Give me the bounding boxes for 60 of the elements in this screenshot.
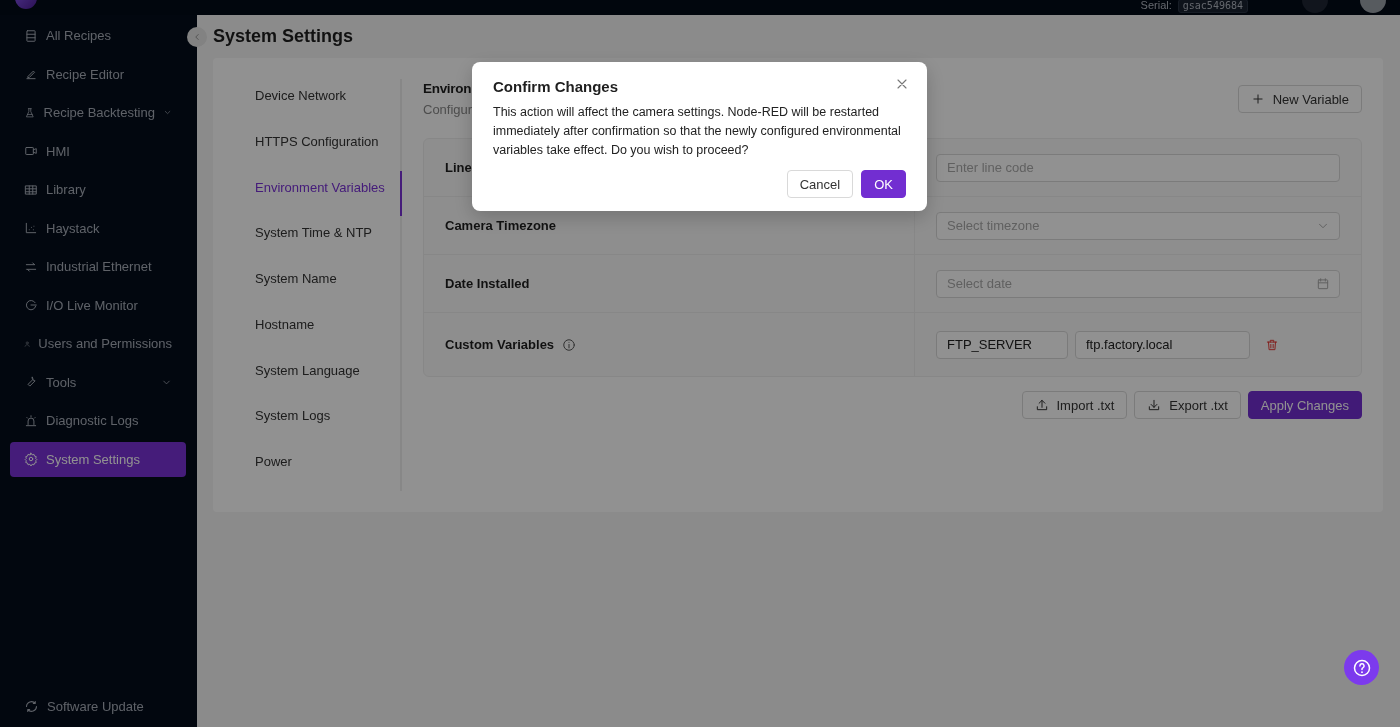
section-subtitle: Configur: [423, 102, 473, 117]
alarm-icon: [24, 413, 38, 428]
cancel-button[interactable]: Cancel: [786, 170, 854, 198]
swap-icon: [24, 259, 38, 274]
settings-tab[interactable]: HTTPS Configuration: [213, 124, 402, 171]
settings-tab[interactable]: Environment Variables: [213, 170, 402, 217]
flask-icon: [24, 105, 36, 120]
camera-icon: [24, 144, 38, 158]
settings-tab[interactable]: System Logs: [213, 399, 402, 446]
sidebar-item[interactable]: System Settings: [10, 441, 186, 477]
import-button[interactable]: Import .txt: [1021, 391, 1128, 419]
settings-tab[interactable]: Hostname: [213, 307, 402, 354]
trash-icon: [1265, 337, 1279, 352]
sidebar-item[interactable]: Recipe Backtesting: [10, 95, 186, 130]
sidebar-item[interactable]: Tools: [10, 364, 186, 400]
field-label: Camera Timezone: [445, 218, 557, 233]
sidebar-item[interactable]: Recipe Editor: [10, 56, 186, 92]
field-label: Date Installed: [445, 276, 530, 291]
page-title: System Settings: [213, 26, 354, 47]
grid-icon: [24, 182, 38, 197]
new-variable-button[interactable]: New Variable: [1237, 85, 1362, 113]
variable-value-field[interactable]: ftp.factory.local: [1075, 330, 1250, 359]
sidebar-item[interactable]: Haystack: [10, 210, 186, 246]
dialog-message: This action will affect the camera settings. Node-RED will be restarted immediately after confirmation so that the newly configured environmental variables take effect. Do you wish to proceed?: [493, 104, 902, 159]
calendar-icon: [1316, 276, 1330, 291]
plus-icon: [1250, 92, 1265, 106]
software-update-item[interactable]: Software Update: [10, 689, 186, 724]
delete-button[interactable]: [1265, 337, 1279, 352]
settings-tab[interactable]: Device Network: [213, 79, 402, 125]
download-icon: [1147, 398, 1162, 412]
section-title: Environ: [423, 80, 473, 96]
ok-button[interactable]: OK: [861, 170, 906, 198]
variable-name-field[interactable]: FTP_SERVER: [936, 330, 1068, 359]
gear-icon: [24, 452, 38, 466]
sidebar-item[interactable]: Users and Permissions: [10, 326, 186, 361]
chart-icon: [24, 221, 38, 235]
sidebar-item[interactable]: All Recipes: [10, 18, 186, 53]
sidebar-item[interactable]: Industrial Ethernet: [10, 249, 186, 284]
settings-tab[interactable]: System Language: [213, 353, 402, 400]
gauge-icon: [24, 298, 38, 312]
settings-tab[interactable]: System Time & NTP: [213, 216, 402, 263]
sidebar-item[interactable]: Library: [10, 172, 186, 207]
field-label: Custom Variables: [445, 337, 555, 352]
apply-changes-button[interactable]: Apply Changes: [1247, 391, 1362, 419]
help-icon: [1351, 657, 1372, 678]
upload-icon: [1034, 398, 1049, 412]
serial-label: Serial:: [1140, 0, 1172, 11]
sidebar-item[interactable]: HMI: [10, 133, 186, 169]
field-label: Line: [445, 160, 472, 175]
settings-tab[interactable]: System Name: [213, 262, 402, 308]
serial-number: gsac549684: [1177, 0, 1248, 13]
refresh-icon: [24, 699, 39, 714]
chevron-left-icon: [192, 31, 202, 42]
export-button[interactable]: Export .txt: [1134, 391, 1241, 419]
sidebar-item[interactable]: I/O Live Monitor: [10, 287, 186, 323]
list-icon: [24, 28, 38, 43]
dialog-title: Confirm Changes: [493, 78, 618, 95]
wrench-icon: [24, 375, 38, 389]
settings-tab[interactable]: Power: [213, 445, 402, 492]
sidebar-item[interactable]: Diagnostic Logs: [10, 403, 186, 438]
